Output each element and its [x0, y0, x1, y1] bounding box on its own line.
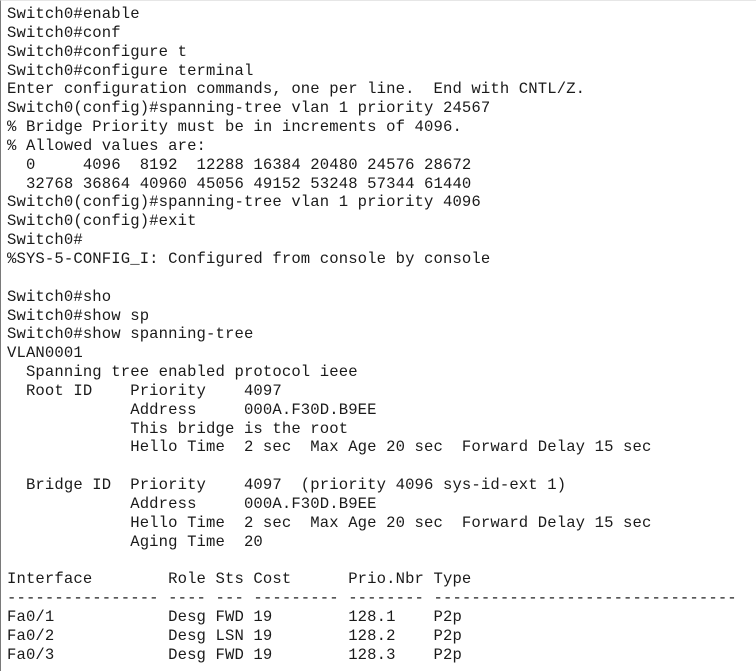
terminal-line: Switch0(config)#exit: [7, 212, 197, 231]
terminal-line: Address 000A.F30D.B9EE: [7, 494, 377, 513]
terminal-line: Switch0#: [7, 231, 83, 250]
terminal-line: Fa0/1 Desg FWD 19 128.1 P2p: [7, 608, 462, 626]
terminal-line: Fa0/2 Desg LSN 19 128.2 P2p: [7, 626, 462, 645]
terminal-line: Root ID Priority 4097: [7, 381, 282, 400]
terminal-line: Switch0#configure t: [7, 42, 188, 61]
terminal-line: Aging Time 20: [7, 532, 263, 551]
terminal-line: %SYS-5-CONFIG_I: Configured from console…: [7, 249, 491, 268]
terminal-line: Switch0#sho: [7, 287, 112, 306]
terminal-line: Address 000A.F30D.B9EE: [7, 400, 377, 419]
terminal-line: Interface Role Sts Cost Prio.Nbr Type: [7, 570, 472, 589]
terminal-line: This bridge is the root: [7, 419, 349, 438]
terminal-line: Switch0#show spanning-tree: [7, 325, 254, 344]
terminal-line: 0 4096 8192 12288 16384 20480 24576 2867…: [7, 155, 472, 174]
terminal-line: Spanning tree enabled protocol ieee: [7, 363, 358, 382]
terminal-line: Fa0/3 Desg FWD 19 128.3 P2p: [7, 645, 462, 664]
terminal-line: ---------------- ---- --- --------- ----…: [7, 589, 737, 608]
terminal-window[interactable]: Switch0#enable Switch0#conf Switch0#conf…: [0, 0, 756, 671]
terminal-line: VLAN0001: [7, 344, 83, 363]
terminal-line: Switch0#configure terminal: [7, 61, 254, 80]
terminal-line: Hello Time 2 sec Max Age 20 sec Forward …: [7, 438, 652, 457]
terminal-line: 32768 36864 40960 45056 49152 53248 5734…: [7, 174, 472, 193]
terminal-line: Hello Time 2 sec Max Age 20 sec Forward …: [7, 513, 652, 532]
terminal-line: % Allowed values are:: [7, 136, 207, 155]
terminal-line: Switch0#enable: [7, 5, 140, 23]
terminal-line: % Bridge Priority must be in increments …: [7, 118, 462, 137]
terminal-line: Switch0(config)#spanning-tree vlan 1 pri…: [7, 99, 491, 118]
terminal-line: Switch0#show sp: [7, 306, 150, 325]
terminal-line: Switch0(config)#spanning-tree vlan 1 pri…: [7, 193, 481, 212]
terminal-line: Switch0#conf: [7, 23, 121, 42]
terminal-line: Bridge ID Priority 4097 (priority 4096 s…: [7, 476, 567, 495]
terminal-line: Enter configuration commands, one per li…: [7, 80, 586, 99]
